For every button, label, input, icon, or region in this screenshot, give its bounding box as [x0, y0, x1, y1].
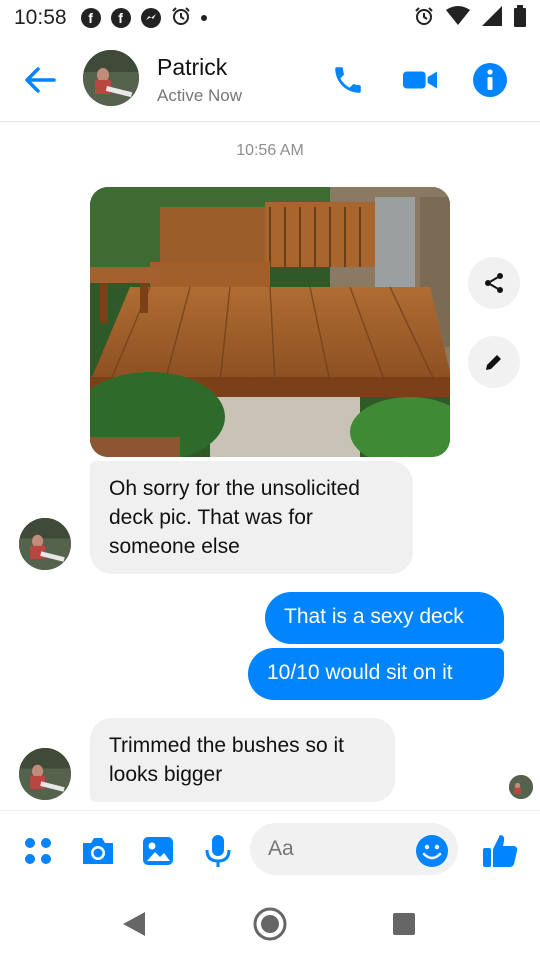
- gallery-icon[interactable]: [138, 831, 178, 871]
- messenger-icon: [140, 8, 161, 28]
- avatar[interactable]: [83, 50, 139, 106]
- message-timestamp: 10:56 AM: [236, 142, 304, 159]
- signal-icon: [482, 5, 502, 31]
- alarm-icon: [171, 6, 191, 31]
- outgoing-message[interactable]: That is a sexy deck: [265, 592, 504, 644]
- system-nav-bar: [0, 888, 540, 960]
- wifi-icon: [446, 5, 470, 31]
- emoji-icon[interactable]: [412, 831, 452, 871]
- status-time: 10:58: [14, 6, 67, 29]
- edit-icon[interactable]: [468, 336, 520, 388]
- share-icon[interactable]: [468, 257, 520, 309]
- contact-avatar[interactable]: [19, 518, 71, 570]
- dot-icon: [200, 15, 207, 21]
- video-icon[interactable]: [402, 62, 438, 98]
- shared-photo[interactable]: [90, 187, 450, 457]
- outgoing-message[interactable]: 10/10 would sit on it: [248, 648, 504, 700]
- contact-name: Patrick: [157, 54, 228, 80]
- incoming-message[interactable]: Trimmed the bushes so it looks bigger: [90, 718, 395, 802]
- conversation-header: Patrick Active Now: [0, 36, 540, 122]
- alarm-icon: [414, 6, 434, 31]
- phone-icon[interactable]: [330, 62, 366, 98]
- camera-icon[interactable]: [78, 831, 118, 871]
- incoming-message[interactable]: Oh sorry for the unsolicited deck pic. T…: [90, 461, 413, 574]
- recents-square-icon[interactable]: [386, 906, 422, 942]
- contact-avatar[interactable]: [19, 748, 71, 800]
- back-triangle-icon[interactable]: [116, 906, 152, 942]
- mic-icon[interactable]: [198, 831, 238, 871]
- active-status: Active Now: [157, 86, 243, 105]
- facebook-icon: f: [80, 8, 101, 28]
- home-circle-icon[interactable]: [252, 906, 288, 942]
- thumbs-up-icon[interactable]: [480, 831, 520, 871]
- back-arrow-icon[interactable]: [20, 60, 60, 100]
- apps-icon[interactable]: [18, 831, 58, 871]
- read-receipt-avatar: [509, 775, 533, 799]
- message-composer: [0, 810, 540, 888]
- facebook-icon: f: [110, 8, 131, 28]
- status-bar: 10:58 f f: [0, 0, 540, 36]
- battery-icon: [514, 4, 526, 32]
- info-icon[interactable]: [472, 62, 508, 98]
